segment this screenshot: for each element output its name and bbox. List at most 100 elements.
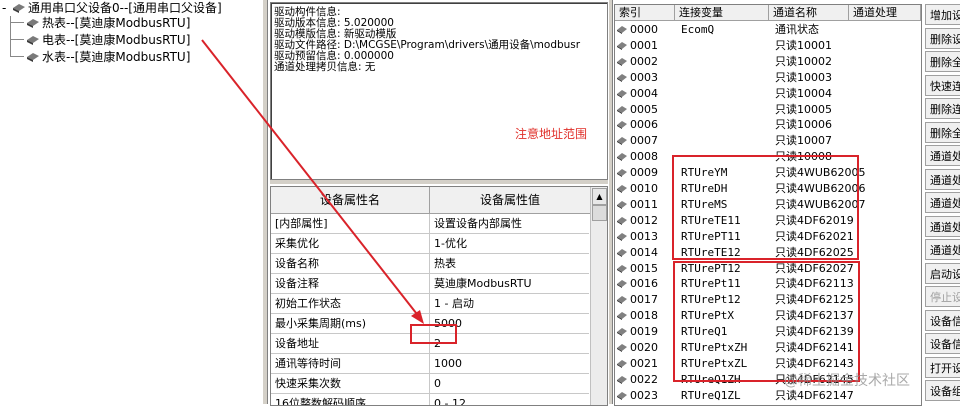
channel-name: 只读10007 xyxy=(775,134,832,148)
channel-row[interactable]: 0005 只读10005 xyxy=(615,102,921,118)
col-header-variable[interactable]: 连接变量 xyxy=(675,5,769,21)
channel-icon xyxy=(617,73,627,82)
channel-index: 0001 xyxy=(617,38,658,54)
tree-node-label: 电表--[莫迪康ModbusRTU] xyxy=(42,33,191,47)
prop-value[interactable]: 1000 xyxy=(430,354,589,373)
action-button[interactable]: 删除全 xyxy=(925,51,960,72)
tree-node-label: 水表--[莫迪康ModbusRTU] xyxy=(42,50,191,64)
channel-row[interactable]: 0003 只读10003 xyxy=(615,70,921,86)
scroll-thumb[interactable] xyxy=(592,205,607,221)
col-header-channel-name[interactable]: 通道名称 xyxy=(769,5,849,21)
prop-value[interactable]: 设置设备内部属性 xyxy=(430,214,589,233)
prop-row[interactable]: [内部属性] 设置设备内部属性 xyxy=(271,214,589,234)
channel-index: 0009 xyxy=(617,165,658,181)
prop-name: 设备地址 xyxy=(271,334,430,353)
action-button[interactable]: 通道处 xyxy=(925,168,960,190)
scroll-up-arrow-icon[interactable]: ▲ xyxy=(592,188,607,205)
channel-index: 0021 xyxy=(617,356,658,372)
channel-row[interactable]: 0004 只读10004 xyxy=(615,86,921,102)
channel-icon xyxy=(617,105,627,114)
col-header-index[interactable]: 索引 xyxy=(615,5,675,21)
action-button[interactable]: 设备信 xyxy=(925,309,960,331)
channel-icon xyxy=(617,89,627,98)
tree-node-water-meter[interactable]: 水表--[莫迪康ModbusRTU] xyxy=(26,49,190,65)
middle-splitter[interactable] xyxy=(608,0,613,404)
channel-row[interactable]: 0007 只读10007 xyxy=(615,133,921,149)
action-button[interactable]: 通道处 xyxy=(925,215,960,237)
prop-name: 快速采集次数 xyxy=(271,374,430,393)
device-property-grid[interactable]: 设备属性名 设备属性值 [内部属性] 设置设备内部属性 采集优化 1-优化 设备名称… xyxy=(270,186,608,406)
action-button[interactable]: 设备信 xyxy=(925,333,960,354)
prop-row[interactable]: 通讯等待时间 1000 xyxy=(271,354,589,374)
annotation-box-4df xyxy=(673,261,860,382)
channel-name: 只读10002 xyxy=(775,54,832,68)
tree-connector xyxy=(10,22,24,23)
channel-index: 0017 xyxy=(617,292,658,308)
device-icon xyxy=(27,19,39,28)
channel-name: 只读10001 xyxy=(775,38,832,52)
channel-row[interactable]: 0002 只读10002 xyxy=(615,54,921,70)
action-button[interactable]: 停止设 xyxy=(925,286,960,307)
channel-index: 0007 xyxy=(617,133,658,149)
action-button[interactable]: 启动设 xyxy=(925,262,960,284)
action-button[interactable]: 增加设 xyxy=(925,4,960,25)
tree-connector xyxy=(10,39,24,40)
left-splitter[interactable] xyxy=(262,0,268,404)
prop-value[interactable]: 1-优化 xyxy=(430,234,589,253)
prop-value[interactable]: 热表 xyxy=(430,254,589,273)
channel-index: 0019 xyxy=(617,324,658,340)
action-button[interactable]: 打开设 xyxy=(925,356,960,378)
driver-info-panel: 驱动构件信息: 驱动版本信息: 5.020000 驱动模版信息: 新驱动模版 驱… xyxy=(270,2,608,180)
channel-index: 0020 xyxy=(617,340,658,356)
action-button[interactable]: 通道处 xyxy=(925,239,960,260)
info-splitter[interactable] xyxy=(270,180,608,184)
action-button[interactable]: 设备组 xyxy=(925,380,960,401)
channel-index: 0018 xyxy=(617,308,658,324)
channel-name: 只读4DF62147 xyxy=(775,388,854,402)
prop-name: 设备注释 xyxy=(271,274,430,293)
device-icon xyxy=(27,53,39,62)
action-button[interactable]: 删除设 xyxy=(925,27,960,49)
prop-scrollbar[interactable]: ▲ xyxy=(590,187,607,405)
channel-row[interactable]: 0000 EcomQ 通讯状态 xyxy=(615,22,921,38)
prop-row[interactable]: 16位整数解码顺序 0 - 12 xyxy=(271,394,589,405)
prop-row[interactable]: 设备注释 莫迪康ModbusRTU xyxy=(271,274,589,294)
tree-node-heat-meter[interactable]: 热表--[莫迪康ModbusRTU] xyxy=(26,15,190,31)
action-button[interactable]: 通道处 xyxy=(925,145,960,166)
prop-value[interactable]: 0 - 12 xyxy=(430,394,589,405)
tree-node-electric-meter[interactable]: 电表--[莫迪康ModbusRTU] xyxy=(26,32,190,48)
prop-value[interactable]: 0 xyxy=(430,374,589,393)
channel-row[interactable]: 0006 只读10006 xyxy=(615,117,921,133)
prop-name: 16位整数解码顺序 xyxy=(271,394,430,405)
channel-index: 0003 xyxy=(617,70,658,86)
prop-row[interactable]: 采集优化 1-优化 xyxy=(271,234,589,254)
channel-name: 只读10005 xyxy=(775,102,832,116)
action-button[interactable]: 通道处 xyxy=(925,192,960,213)
prop-name: 设备名称 xyxy=(271,254,430,273)
col-header-processing[interactable]: 通道处理 xyxy=(849,5,921,21)
channel-index: 0005 xyxy=(617,102,658,118)
channel-icon xyxy=(617,185,627,193)
prop-value[interactable]: 莫迪康ModbusRTU xyxy=(430,274,589,293)
annotation-box-4wub-4df xyxy=(672,155,859,260)
device-icon xyxy=(27,36,39,45)
action-button[interactable]: 快速连 xyxy=(925,74,960,96)
device-tree[interactable]: - 通用串口父设备0--[通用串口父设备] 热表--[莫迪康ModbusRTU]… xyxy=(0,0,262,404)
channel-row[interactable]: 0001 只读10001 xyxy=(615,38,921,54)
channel-icon xyxy=(617,280,627,289)
channel-variable: EcomQ xyxy=(681,23,715,36)
channel-icon xyxy=(617,153,627,162)
channel-icon xyxy=(617,296,627,305)
prop-row[interactable]: 快速采集次数 0 xyxy=(271,374,589,394)
prop-row[interactable]: 设备名称 热表 xyxy=(271,254,589,274)
channel-icon xyxy=(617,57,627,66)
action-button[interactable]: 删除全 xyxy=(925,121,960,143)
prop-name: 初始工作状态 xyxy=(271,294,430,313)
tree-root-node[interactable]: - 通用串口父设备0--[通用串口父设备] xyxy=(0,0,222,16)
channel-index: 0000 xyxy=(617,22,658,38)
action-button[interactable]: 删除连 xyxy=(925,98,960,119)
channel-icon xyxy=(617,375,627,384)
channel-row[interactable]: 0023 RTUreQ1ZL 只读4DF62147 xyxy=(615,388,921,404)
prop-row[interactable]: 初始工作状态 1 - 启动 xyxy=(271,294,589,314)
prop-value[interactable]: 1 - 启动 xyxy=(430,294,589,313)
